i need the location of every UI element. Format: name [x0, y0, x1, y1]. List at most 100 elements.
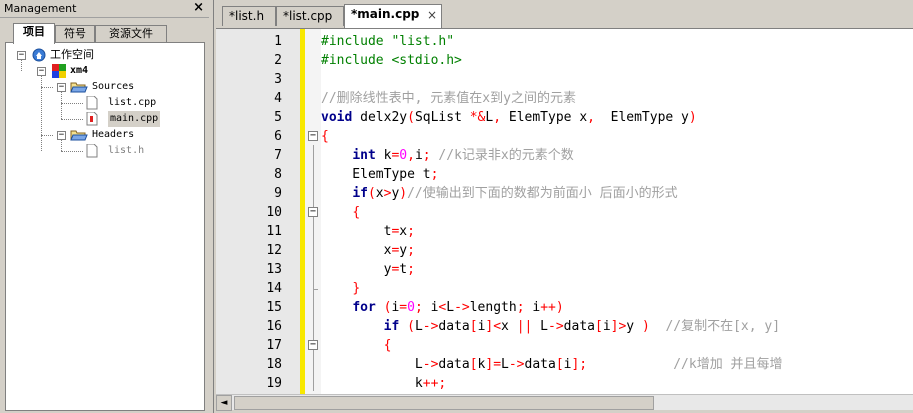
project-icon: [52, 64, 66, 78]
line-number: 7: [274, 148, 282, 163]
close-tab-icon[interactable]: ×: [427, 6, 437, 24]
management-panel: Management × 项目 符号 资源文件 − 工作空间 − xm4 − S…: [0, 0, 209, 413]
code-token: k: [375, 148, 392, 163]
collapse-sources-toggle[interactable]: −: [57, 83, 66, 92]
tree-label-project: xm4: [70, 65, 89, 76]
code-token: //使输出到下面的数都为前面小 后面小的形式: [407, 186, 678, 201]
scroll-left-icon[interactable]: ◄: [216, 395, 232, 411]
code-token: ElemType x: [501, 110, 588, 125]
tree-label-headers: Headers: [92, 129, 135, 140]
code-token: =: [399, 300, 408, 315]
code-token: #include "list.h": [321, 34, 455, 49]
code-token: {: [352, 205, 361, 220]
code-token: ;: [414, 300, 423, 315]
code-token: ]<: [485, 319, 502, 334]
line-number: 13: [266, 262, 282, 277]
code-token: ,: [407, 148, 415, 163]
tab-symbols[interactable]: 符号: [55, 25, 95, 43]
tree-label-workspace: 工作空间: [50, 48, 94, 61]
fold-toggle-icon[interactable]: −: [308, 340, 318, 350]
file-icon: [86, 144, 98, 158]
code-token: i: [524, 300, 541, 315]
line-number: 1: [274, 34, 282, 49]
code-token: ;: [407, 243, 415, 258]
fold-toggle-icon[interactable]: −: [308, 131, 318, 141]
tree-label-list-h: list.h: [108, 145, 145, 156]
code-token: ++): [540, 300, 564, 315]
line-number: 11: [266, 224, 282, 239]
code-token: data: [438, 357, 470, 372]
scrollbar-thumb[interactable]: [234, 396, 654, 410]
code-token: if: [383, 319, 400, 334]
code-token: (: [407, 319, 415, 334]
line-number: 10: [266, 205, 282, 220]
code-line: k++;: [321, 374, 446, 393]
code-line: x=y;: [321, 241, 415, 260]
code-editor[interactable]: 1 2 3 4 5 6 7 8 9 10 11 12 13 14 15 16 17 18 19 − − − #inclu…: [216, 28, 913, 394]
line-number: 4: [274, 91, 282, 106]
close-icon[interactable]: ×: [193, 0, 204, 16]
code-token: for: [352, 300, 376, 315]
code-token: ;: [407, 224, 415, 239]
code-line: t=x;: [321, 222, 415, 241]
tab-main-cpp-label: *main.cpp: [351, 7, 420, 21]
code-token: y: [399, 243, 408, 258]
tab-list-h-label: *list.h: [229, 9, 265, 23]
code-token: ;: [422, 148, 431, 163]
code-token: k: [321, 376, 423, 391]
code-token: length: [469, 300, 517, 315]
tab-project[interactable]: 项目: [13, 23, 55, 44]
code-line: }: [321, 279, 360, 298]
code-token: t: [399, 262, 408, 277]
code-token: L: [532, 319, 549, 334]
line-number: 17: [266, 338, 282, 353]
code-token: data: [438, 319, 470, 334]
code-token: x: [375, 186, 384, 201]
tab-list-cpp[interactable]: *list.cpp: [276, 6, 344, 26]
code-token: void: [321, 110, 353, 125]
folder-open-icon: [70, 82, 88, 93]
tab-list-h[interactable]: *list.h: [222, 6, 276, 26]
file-modified-icon: [86, 112, 98, 126]
code-token: ->: [422, 357, 439, 372]
collapse-headers-toggle[interactable]: −: [57, 131, 66, 140]
code-token: ,: [493, 110, 502, 125]
management-title: Management: [4, 2, 77, 15]
code-line: L->data[k]=L->data[i]; //k增加 并且每增: [321, 355, 783, 374]
code-token: }: [352, 281, 361, 296]
line-number: 6: [274, 129, 282, 144]
code-token: (: [367, 186, 376, 201]
code-token: (: [407, 110, 415, 125]
code-token: ElemType t: [321, 167, 431, 182]
code-line: if(x>y)//使输出到下面的数都为前面小 后面小的形式: [321, 184, 678, 203]
code-token: ;: [516, 300, 525, 315]
tab-resources[interactable]: 资源文件: [95, 25, 167, 43]
tree-label-list-cpp: list.cpp: [108, 97, 157, 108]
folder-open-icon: [70, 130, 88, 141]
line-number: 14: [266, 281, 282, 296]
fold-toggle-icon[interactable]: −: [308, 207, 318, 217]
horizontal-scrollbar[interactable]: ◄: [216, 394, 913, 411]
code-line: void delx2y(SqList *&L, ElemType x, Elem…: [321, 108, 697, 127]
code-token: L: [321, 357, 423, 372]
collapse-project-toggle[interactable]: −: [37, 67, 46, 76]
tab-main-cpp[interactable]: *main.cpp ×: [344, 4, 442, 28]
file-icon: [86, 96, 98, 110]
line-number: 15: [266, 300, 282, 315]
code-line: int k=0,i; //k记录非x的元素个数: [321, 146, 574, 165]
code-token: data: [524, 357, 556, 372]
code-token: L: [414, 319, 423, 334]
editor-tab-bar: *list.h *list.cpp *main.cpp ×: [214, 0, 913, 28]
code-line: #include <stdio.h>: [321, 51, 462, 70]
collapse-workspace-toggle[interactable]: −: [17, 51, 26, 60]
code-token: {: [321, 129, 329, 144]
code-token: //k记录非x的元素个数: [438, 148, 574, 163]
code-token: ]=: [485, 357, 502, 372]
